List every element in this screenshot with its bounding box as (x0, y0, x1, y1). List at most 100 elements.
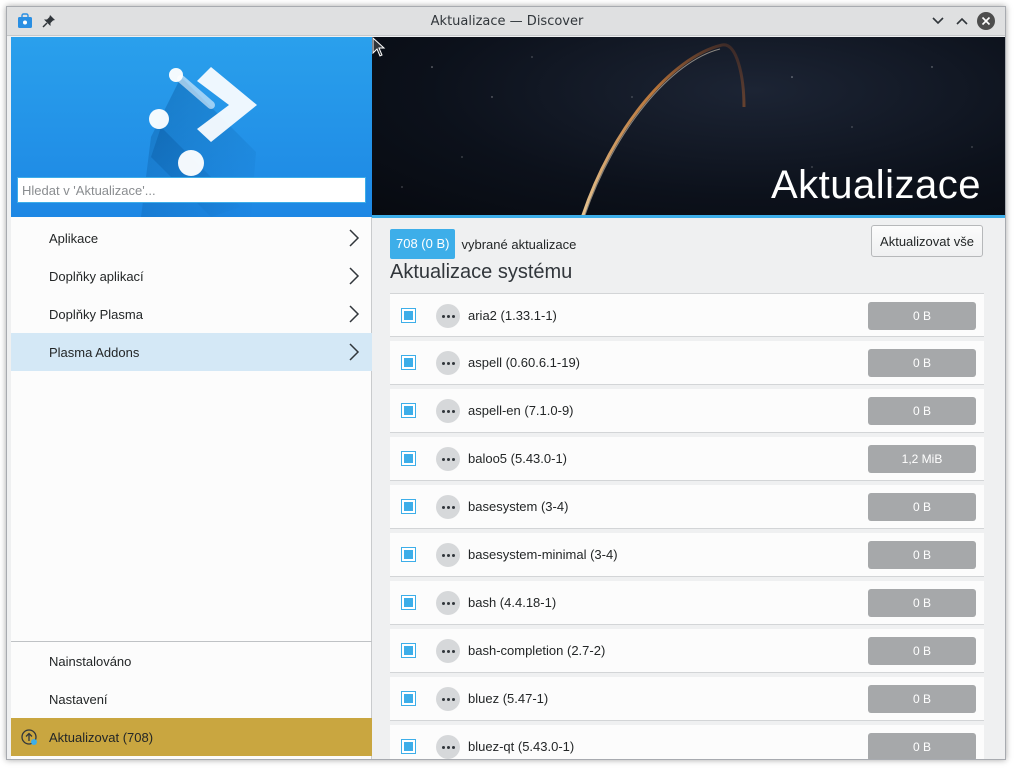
more-options-button[interactable] (436, 735, 460, 759)
package-size: 0 B (868, 637, 976, 665)
search-input[interactable] (17, 177, 366, 203)
sidebar-bottom-nav: Nainstalováno Nastavení Aktualizovat (70… (11, 641, 372, 756)
package-size: 0 B (868, 541, 976, 569)
update-checkbox[interactable] (401, 595, 416, 610)
more-options-button[interactable] (436, 351, 460, 375)
update-row[interactable]: aspell (0.60.6.1-19) 0 B (390, 341, 984, 385)
dot (451, 409, 455, 413)
update-checkbox[interactable] (401, 691, 416, 706)
update-checkbox[interactable] (401, 355, 416, 370)
update-checkbox[interactable] (401, 308, 416, 323)
dot (446, 649, 450, 653)
more-options-button[interactable] (436, 304, 460, 328)
dot (451, 697, 455, 701)
sidebar-item-label: Doplňky aplikací (49, 268, 144, 284)
update-row[interactable]: bash (4.4.18-1) 0 B (390, 581, 984, 625)
dot (446, 409, 450, 413)
window-title: Aktualizace — Discover (430, 14, 584, 29)
dot (446, 505, 450, 509)
title-bar: Aktualizace — Discover (7, 7, 1005, 36)
more-options-button[interactable] (436, 543, 460, 567)
package-size: 0 B (868, 685, 976, 713)
more-options-button[interactable] (436, 399, 460, 423)
more-options-button[interactable] (436, 687, 460, 711)
chevron-right-icon (349, 305, 360, 323)
dot (446, 457, 450, 461)
update-row[interactable]: aspell-en (7.1.0-9) 0 B (390, 389, 984, 433)
chevron-right-icon (349, 267, 360, 285)
sidebar-item-updates[interactable]: Aktualizovat (708) (11, 718, 372, 756)
package-size: 0 B (868, 589, 976, 617)
package-size: 0 B (868, 397, 976, 425)
package-name: basesystem (3-4) (468, 499, 569, 514)
dot (451, 601, 455, 605)
update-row[interactable]: baloo5 (5.43.0-1) 1,2 MiB (390, 437, 984, 481)
dot (446, 361, 450, 365)
more-options-button[interactable] (436, 447, 460, 471)
selected-updates-label: vybrané aktualizace (461, 236, 577, 252)
update-row[interactable]: basesystem-minimal (3-4) 0 B (390, 533, 984, 577)
package-size: 0 B (868, 733, 976, 759)
sidebar-item-applications[interactable]: Aplikace (11, 219, 372, 257)
package-name: bluez-qt (5.43.0-1) (468, 739, 575, 754)
dot (441, 649, 445, 653)
update-checkbox[interactable] (401, 499, 416, 514)
selection-summary: 708 (0 B) vybrané aktualizace (390, 229, 576, 259)
package-size: 0 B (868, 493, 976, 521)
dot (441, 697, 445, 701)
dot (451, 745, 455, 749)
update-row[interactable]: bluez (5.47-1) 0 B (390, 677, 984, 721)
chevron-right-icon (349, 343, 360, 361)
selected-count-badge: 708 (0 B) (390, 229, 456, 259)
dot (441, 314, 445, 318)
dot (451, 505, 455, 509)
sidebar-item-app-addons[interactable]: Doplňky aplikací (11, 257, 372, 295)
dot (441, 553, 445, 557)
page-title: Aktualizace (770, 163, 981, 207)
package-name: bash (4.4.18-1) (468, 595, 557, 610)
dot (441, 457, 445, 461)
sidebar-item-installed[interactable]: Nainstalováno (11, 642, 372, 680)
chevron-up-icon (956, 17, 968, 25)
update-checkbox[interactable] (401, 547, 416, 562)
sidebar-item-label: Nastavení (49, 691, 108, 707)
update-row[interactable]: aria2 (1.33.1-1) 0 B (390, 293, 984, 337)
package-name: bluez (5.47-1) (468, 691, 549, 706)
dot (441, 601, 445, 605)
package-size: 1,2 MiB (868, 445, 976, 473)
package-name: aspell (0.60.6.1-19) (468, 355, 581, 370)
more-options-button[interactable] (436, 495, 460, 519)
sidebar-item-label: Nainstalováno (49, 653, 132, 669)
update-all-button[interactable]: Aktualizovat vše (871, 225, 983, 257)
discover-window: Aktualizace — Discover Hledat v 'Aktuali… (6, 6, 1006, 760)
sidebar-item-plasma-addons-cz[interactable]: Doplňky Plasma (11, 295, 372, 333)
sidebar-item-label: Plasma Addons (49, 344, 140, 360)
package-name: baloo5 (5.43.0-1) (468, 451, 568, 466)
close-icon (981, 16, 991, 26)
sidebar-item-settings[interactable]: Nastavení (11, 680, 372, 718)
update-row[interactable]: basesystem (3-4) 0 B (390, 485, 984, 529)
update-row[interactable]: bash-completion (2.7-2) 0 B (390, 629, 984, 673)
update-row[interactable]: bluez-qt (5.43.0-1) 0 B (390, 725, 984, 759)
dot (451, 649, 455, 653)
sidebar-header (11, 37, 372, 217)
update-checkbox[interactable] (401, 739, 416, 754)
close-button[interactable] (977, 12, 995, 30)
update-available-icon (21, 729, 37, 745)
dot (441, 361, 445, 365)
sidebar-item-plasma-addons[interactable]: Plasma Addons (11, 333, 372, 371)
header-banner: Aktualizace (372, 37, 1005, 218)
dot (451, 457, 455, 461)
more-options-button[interactable] (436, 591, 460, 615)
dot (451, 361, 455, 365)
maximize-button[interactable] (953, 12, 971, 30)
dot (446, 745, 450, 749)
update-checkbox[interactable] (401, 643, 416, 658)
update-checkbox[interactable] (401, 403, 416, 418)
more-options-button[interactable] (436, 639, 460, 663)
main-content: Aktualizace 708 (0 B) vybrané aktualizac… (372, 37, 1005, 759)
package-size: 0 B (868, 302, 976, 330)
mouse-cursor-icon (372, 37, 386, 57)
update-checkbox[interactable] (401, 451, 416, 466)
minimize-button[interactable] (929, 12, 947, 30)
